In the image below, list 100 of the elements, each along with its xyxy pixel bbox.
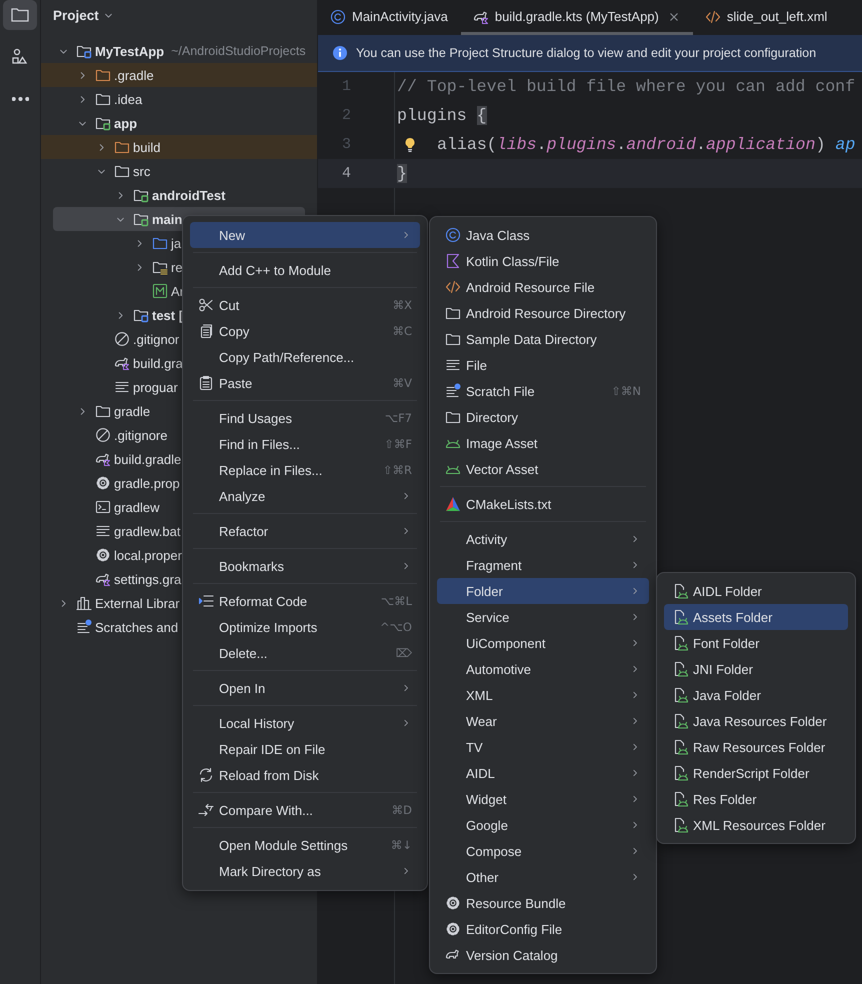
tree-item[interactable]: androidTest	[53, 183, 305, 207]
menu-item[interactable]: Replace in Files... ⇧⌘R	[190, 457, 420, 483]
menu-item[interactable]: Wear	[437, 708, 649, 734]
menu-item[interactable]: Copy ⌘C	[190, 318, 420, 344]
menu-item[interactable]: Fragment	[437, 552, 649, 578]
folder-icon	[445, 305, 461, 321]
menu-item[interactable]: Kotlin Class/File	[437, 248, 649, 274]
menu-item[interactable]: File	[437, 352, 649, 378]
menu-item[interactable]: Reformat Code ⌥⌘L	[190, 588, 420, 614]
folder-icon	[95, 67, 111, 83]
menu-item[interactable]: Open Module Settings ⌘↓	[190, 832, 420, 858]
menu-item[interactable]: Refactor	[190, 518, 420, 544]
keyboard-shortcut: ⌦	[396, 646, 412, 660]
menu-item[interactable]: CMakeLists.txt	[437, 491, 649, 517]
info-icon	[332, 45, 348, 61]
menu-item[interactable]: Find Usages ⌥F7	[190, 405, 420, 431]
banner-message: You can use the Project Structure dialog to view and edit your project configuration	[356, 46, 816, 60]
menu-item[interactable]: Widget	[437, 786, 649, 812]
clipboard-icon	[198, 375, 214, 391]
menu-item[interactable]: UiComponent	[437, 630, 649, 656]
menu-item[interactable]: Vector Asset	[437, 456, 649, 482]
menu-item[interactable]: EditorConfig File	[437, 916, 649, 942]
menu-item[interactable]: Local History	[190, 710, 420, 736]
code-icon	[445, 279, 461, 295]
menu-item[interactable]: Android Resource File	[437, 274, 649, 300]
menu-item[interactable]: Activity	[437, 526, 649, 552]
tree-item[interactable]: .idea	[53, 87, 305, 111]
terminal-icon	[95, 499, 111, 515]
editor-tab[interactable]: build.gradle.kts (MyTestApp)	[460, 0, 693, 35]
menu-item[interactable]: Android Resource Directory	[437, 300, 649, 326]
menu-item[interactable]: RenderScript Folder	[664, 760, 848, 786]
menu-item[interactable]: TV	[437, 734, 649, 760]
menu-item[interactable]: XML Resources Folder	[664, 812, 848, 838]
menu-item[interactable]: Compose	[437, 838, 649, 864]
menu-item[interactable]: AIDL Folder	[664, 578, 848, 604]
menu-item[interactable]: Res Folder	[664, 786, 848, 812]
editor-tab[interactable]: slide_out_left.xml	[692, 0, 840, 35]
menu-item[interactable]: Java Class	[437, 222, 649, 248]
menu-item[interactable]: Automotive	[437, 656, 649, 682]
module-folder-icon	[76, 43, 92, 59]
panel-title[interactable]: Project	[53, 8, 99, 22]
android-folder-icon	[672, 817, 688, 833]
menu-item[interactable]: Other	[437, 864, 649, 890]
menu-item[interactable]: Copy Path/Reference...	[190, 344, 420, 370]
tree-item[interactable]: MyTestApp ~/AndroidStudioProjects	[53, 39, 305, 63]
menu-item[interactable]: Java Folder	[664, 682, 848, 708]
menu-item[interactable]: Delete... ⌦	[190, 640, 420, 666]
folder-icon	[95, 403, 111, 419]
tree-item[interactable]: build	[41, 135, 317, 159]
menu-item[interactable]: Directory	[437, 404, 649, 430]
lightbulb-icon[interactable]	[404, 136, 416, 152]
menu-item[interactable]: Reload from Disk	[190, 762, 420, 788]
menu-item[interactable]: Java Resources Folder	[664, 708, 848, 734]
menu-item[interactable]: XML	[437, 682, 649, 708]
menu-item[interactable]: Compare With... ⌘D	[190, 797, 420, 823]
android-folder-icon	[672, 739, 688, 755]
menu-item[interactable]: AIDL	[437, 760, 649, 786]
menu-item[interactable]: Analyze	[190, 483, 420, 509]
class-icon	[445, 227, 461, 243]
project-tool-button[interactable]	[3, 0, 37, 30]
menu-item[interactable]: Open In	[190, 675, 420, 701]
menu-item[interactable]: Sample Data Directory	[437, 326, 649, 352]
code-line: // Top-level build file where you can add conf	[397, 77, 856, 96]
menu-item[interactable]: Resource Bundle	[437, 890, 649, 916]
menu-item[interactable]: Image Asset	[437, 430, 649, 456]
menu-item[interactable]: Folder	[437, 578, 649, 604]
ignore-file-icon	[95, 427, 111, 443]
menu-item[interactable]: New	[190, 222, 420, 248]
menu-item[interactable]: Repair IDE on File	[190, 736, 420, 762]
gear-icon	[95, 547, 111, 563]
tree-item[interactable]: .gradle	[41, 63, 317, 87]
keyboard-shortcut: ⇧⌘R	[382, 463, 412, 477]
menu-item[interactable]: Optimize Imports ^⌥O	[190, 614, 420, 640]
menu-item[interactable]: Paste ⌘V	[190, 370, 420, 396]
reload-icon	[198, 767, 214, 783]
menu-item[interactable]: Scratch File ⇧⌘N	[437, 378, 649, 404]
editor-tab[interactable]: MainActivity.java	[318, 0, 461, 35]
android-folder-icon	[672, 635, 688, 651]
menu-item[interactable]: Add C++ to Module	[190, 257, 420, 283]
gradle-script-icon	[95, 571, 111, 587]
menu-item[interactable]: Version Catalog	[437, 942, 649, 968]
tree-item[interactable]: src	[53, 159, 305, 183]
text-file-icon	[95, 523, 111, 539]
menu-item[interactable]: Cut ⌘X	[190, 292, 420, 318]
menu-item[interactable]: JNI Folder	[664, 656, 848, 682]
menu-item[interactable]: Assets Folder	[664, 604, 848, 630]
scissors-icon	[198, 297, 214, 313]
menu-item[interactable]: Bookmarks	[190, 553, 420, 579]
close-icon[interactable]	[668, 10, 680, 22]
compare-icon	[198, 802, 214, 818]
menu-item[interactable]: Font Folder	[664, 630, 848, 656]
copy-icon	[198, 323, 214, 339]
tree-item[interactable]: app	[53, 111, 305, 135]
resource-folder-icon	[152, 259, 168, 275]
keyboard-shortcut: ⌘C	[392, 324, 412, 338]
menu-item[interactable]: Service	[437, 604, 649, 630]
menu-item[interactable]: Raw Resources Folder	[664, 734, 848, 760]
menu-item[interactable]: Find in Files... ⇧⌘F	[190, 431, 420, 457]
menu-item[interactable]: Google	[437, 812, 649, 838]
menu-item[interactable]: Mark Directory as	[190, 858, 420, 884]
